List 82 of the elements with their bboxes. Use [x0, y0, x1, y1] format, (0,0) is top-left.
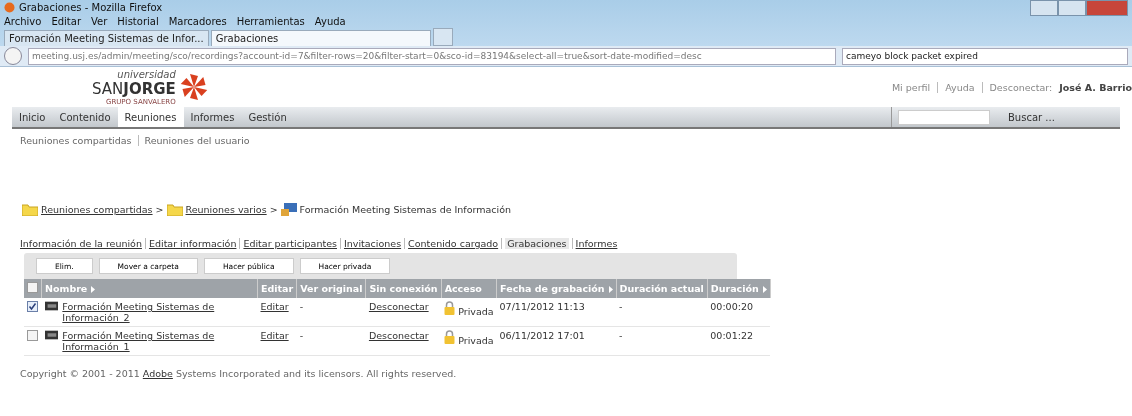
- minimize-button[interactable]: [1030, 0, 1058, 16]
- meeting-tab[interactable]: Información de la reunión: [20, 238, 142, 249]
- logo-text: SANJORGE: [92, 79, 176, 98]
- table-cell: 06/11/2012 17:01: [496, 326, 617, 356]
- close-button[interactable]: [1086, 0, 1128, 16]
- back-button[interactable]: [4, 47, 22, 65]
- table-cell: -: [296, 326, 366, 356]
- table-cell: -: [296, 298, 366, 327]
- table-cell: -: [616, 326, 708, 356]
- web-search-field[interactable]: cameyo block packet expired: [842, 47, 1128, 65]
- copyright-text: Copyright © 2001 - 2011 Adobe Systems Incorporated and its licensors. All rights reserved.: [19, 367, 458, 381]
- lock-icon: [444, 301, 456, 315]
- nav-tab[interactable]: Contenido: [52, 107, 118, 127]
- sort-arrow-icon[interactable]: [608, 286, 613, 293]
- sort-arrow-icon[interactable]: [91, 286, 96, 293]
- lock-icon: [444, 330, 456, 344]
- logo-text: universidad: [117, 68, 176, 80]
- folder-icon: [22, 202, 38, 216]
- user-name: José A. Barrio: [1059, 81, 1132, 93]
- meeting-icon: [280, 202, 297, 216]
- table-cell: 07/11/2012 11:13: [496, 298, 617, 327]
- breadcrumb-separator: >: [155, 203, 164, 215]
- column-header: Duración actual: [619, 283, 704, 294]
- breadcrumb-current: Formación Meeting Sistemas de Información: [299, 203, 512, 215]
- meeting-tab[interactable]: Contenido cargado: [408, 238, 499, 249]
- breadcrumb-link[interactable]: Reuniones varios: [185, 203, 267, 215]
- access-text: Privada: [458, 335, 494, 346]
- column-header: Editar: [261, 283, 294, 294]
- meeting-tab[interactable]: Editar participantes: [243, 238, 337, 249]
- meeting-tab[interactable]: Informes: [575, 238, 618, 249]
- address-field[interactable]: meeting.usj.es/admin/meeting/sco/recordings?account-id=7&filter-rows=20&filter-start=0&sco-id=83194&select-all=true&sort-date-modified=desc: [28, 47, 836, 65]
- nav-tab[interactable]: Reuniones: [117, 107, 184, 127]
- user-link[interactable]: Ayuda: [945, 81, 975, 93]
- new-tab-button[interactable]: [432, 28, 453, 46]
- nav-tab[interactable]: Informes: [183, 107, 242, 127]
- adobe-link[interactable]: Adobe: [142, 368, 173, 379]
- window-title: Grabaciones - Mozilla Firefox: [19, 1, 163, 13]
- recording-icon: [44, 301, 59, 311]
- breadcrumb-link[interactable]: Reuniones compartidas: [41, 203, 153, 215]
- maximize-button[interactable]: [1058, 0, 1086, 16]
- subnav-link[interactable]: Reuniones del usuario: [144, 135, 250, 146]
- access-text: Privada: [458, 306, 494, 317]
- menu-item[interactable]: Marcadores: [168, 15, 227, 27]
- breadcrumb-separator: >: [269, 203, 278, 215]
- recording-link[interactable]: Formación Meeting Sistemas de Información_1: [62, 330, 255, 352]
- meeting-tab[interactable]: Editar información: [148, 238, 237, 249]
- row-checkbox[interactable]: [27, 330, 38, 341]
- nav-tab[interactable]: Gestión: [241, 107, 294, 127]
- subnav-link[interactable]: Reuniones compartidas: [20, 135, 132, 146]
- column-header: Acceso: [444, 283, 482, 294]
- menu-item[interactable]: Historial: [117, 15, 159, 27]
- star-logo-icon: [179, 72, 208, 102]
- menu-item[interactable]: Ayuda: [314, 15, 346, 27]
- menu-item[interactable]: Ver: [91, 15, 108, 27]
- menu-item[interactable]: Herramientas: [236, 15, 305, 27]
- search-button[interactable]: Buscar ...: [1002, 110, 1061, 124]
- row-checkbox[interactable]: [27, 301, 38, 312]
- table-cell: 00:00:20: [707, 298, 771, 327]
- browser-tab[interactable]: Formación Meeting Sistemas de Infor...: [4, 30, 209, 46]
- menu-item[interactable]: Editar: [51, 15, 81, 27]
- logout-label[interactable]: Desconectar:: [989, 81, 1053, 93]
- select-all-checkbox[interactable]: [27, 282, 38, 293]
- column-header: Ver original: [300, 283, 363, 294]
- meeting-tab[interactable]: Invitaciones: [343, 238, 402, 249]
- table-cell: 00:01:22: [707, 326, 771, 356]
- meeting-tab[interactable]: Grabaciones: [505, 238, 569, 249]
- nav-tab[interactable]: Inicio: [12, 107, 53, 127]
- table-cell: -: [616, 298, 708, 327]
- browser-tab[interactable]: Grabaciones: [210, 30, 431, 46]
- sort-arrow-icon[interactable]: [762, 286, 767, 293]
- recording-icon: [44, 330, 59, 340]
- edit-link[interactable]: Editar: [260, 301, 289, 312]
- edit-link[interactable]: Editar: [260, 330, 289, 341]
- user-link[interactable]: Mi perfil: [891, 81, 931, 93]
- browser-logo-icon: [4, 1, 15, 13]
- folder-icon: [166, 202, 183, 216]
- disconnect-link[interactable]: Desconectar: [368, 301, 429, 312]
- disconnect-link[interactable]: Desconectar: [368, 330, 429, 341]
- recording-link[interactable]: Formación Meeting Sistemas de Información_2: [62, 301, 255, 323]
- column-header: Sin conexión: [369, 283, 438, 294]
- menu-item[interactable]: Archivo: [4, 15, 42, 27]
- search-field[interactable]: [898, 109, 990, 125]
